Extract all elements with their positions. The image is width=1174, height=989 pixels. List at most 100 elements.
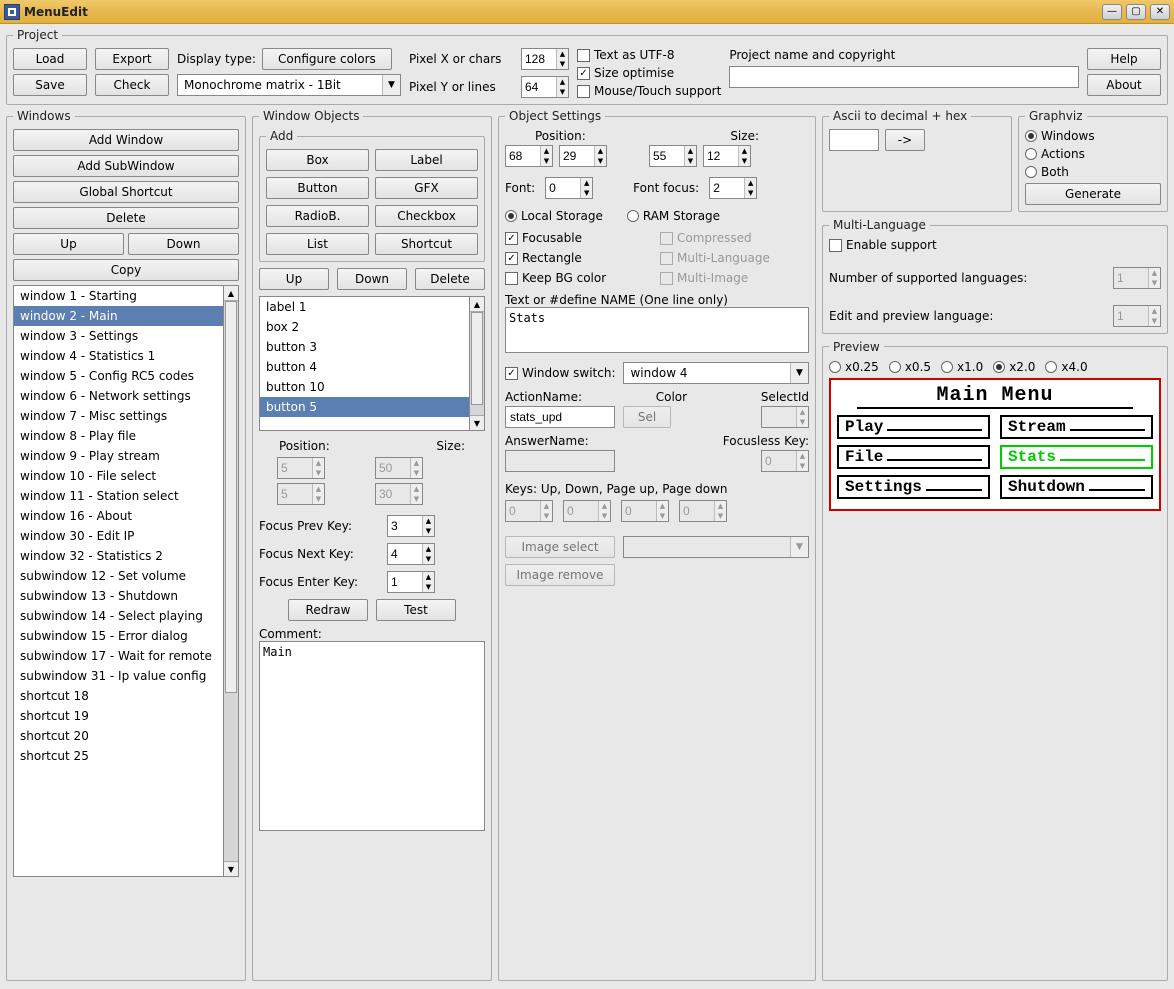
obj-pos-y[interactable]: ▲▼: [559, 145, 607, 167]
pixel-x-spin[interactable]: ▲▼: [521, 48, 569, 70]
pixel-y-spin[interactable]: ▲▼: [521, 76, 569, 98]
windows-list[interactable]: window 1 - Startingwindow 2 - Mainwindow…: [13, 285, 224, 877]
object-delete-button[interactable]: Delete: [415, 268, 485, 290]
add-checkbox-button[interactable]: Checkbox: [375, 205, 478, 227]
rectangle-check[interactable]: ✓Rectangle: [505, 251, 654, 265]
add-gfx-button[interactable]: GFX: [375, 177, 478, 199]
size-optimise-check[interactable]: ✓Size optimise: [577, 66, 721, 80]
gv-generate-button[interactable]: Generate: [1025, 183, 1161, 205]
obj-size-w[interactable]: ▲▼: [649, 145, 697, 167]
window-up-button[interactable]: Up: [13, 233, 124, 255]
list-item[interactable]: window 16 - About: [14, 506, 223, 526]
obj-size-h[interactable]: ▲▼: [703, 145, 751, 167]
zoom-x2-0[interactable]: x2.0: [993, 360, 1035, 374]
project-name-input[interactable]: [729, 66, 1079, 88]
add-label-button[interactable]: Label: [375, 149, 478, 171]
about-button[interactable]: About: [1087, 74, 1161, 96]
titlebar[interactable]: MenuEdit — ▢ ✕: [0, 0, 1174, 24]
add-button-button[interactable]: Button: [266, 177, 369, 199]
maximize-button[interactable]: ▢: [1126, 4, 1146, 20]
add-shortcut-button[interactable]: Shortcut: [375, 233, 478, 255]
list-item[interactable]: shortcut 18: [14, 686, 223, 706]
list-item[interactable]: label 1: [260, 297, 469, 317]
minimize-button[interactable]: —: [1102, 4, 1122, 20]
list-item[interactable]: button 3: [260, 337, 469, 357]
enable-multilang-check[interactable]: Enable support: [829, 238, 937, 252]
focusable-check[interactable]: ✓Focusable: [505, 231, 654, 245]
export-button[interactable]: Export: [95, 48, 169, 70]
list-item[interactable]: window 7 - Misc settings: [14, 406, 223, 426]
focus-next-spin[interactable]: ▲▼: [387, 543, 435, 565]
list-item[interactable]: window 30 - Edit IP: [14, 526, 223, 546]
local-storage-radio[interactable]: Local Storage: [505, 209, 603, 223]
window-down-button[interactable]: Down: [128, 233, 239, 255]
list-item[interactable]: window 3 - Settings: [14, 326, 223, 346]
load-button[interactable]: Load: [13, 48, 87, 70]
close-button[interactable]: ✕: [1150, 4, 1170, 20]
list-item[interactable]: window 11 - Station select: [14, 486, 223, 506]
list-item[interactable]: window 5 - Config RC5 codes: [14, 366, 223, 386]
focus-enter-spin[interactable]: ▲▼: [387, 571, 435, 593]
font-spin[interactable]: ▲▼: [545, 177, 593, 199]
list-item[interactable]: subwindow 17 - Wait for remote: [14, 646, 223, 666]
list-item[interactable]: window 6 - Network settings: [14, 386, 223, 406]
objects-list[interactable]: label 1box 2button 3button 4button 10but…: [259, 296, 470, 431]
list-item[interactable]: window 4 - Statistics 1: [14, 346, 223, 366]
redraw-button[interactable]: Redraw: [288, 599, 368, 621]
zoom-x1-0[interactable]: x1.0: [941, 360, 983, 374]
add-box-button[interactable]: Box: [266, 149, 369, 171]
list-item[interactable]: subwindow 14 - Select playing: [14, 606, 223, 626]
save-button[interactable]: Save: [13, 74, 87, 96]
text-utf8-check[interactable]: Text as UTF-8: [577, 48, 721, 62]
gv-windows-radio[interactable]: Windows: [1025, 129, 1161, 143]
configure-colors-button[interactable]: Configure colors: [262, 48, 392, 70]
comment-textarea[interactable]: Main: [259, 641, 485, 831]
list-item[interactable]: subwindow 12 - Set volume: [14, 566, 223, 586]
gv-actions-radio[interactable]: Actions: [1025, 147, 1161, 161]
list-item[interactable]: shortcut 20: [14, 726, 223, 746]
gv-both-radio[interactable]: Both: [1025, 165, 1161, 179]
add-list-button[interactable]: List: [266, 233, 369, 255]
add-window-button[interactable]: Add Window: [13, 129, 239, 151]
global-shortcut-button[interactable]: Global Shortcut: [13, 181, 239, 203]
mouse-touch-check[interactable]: Mouse/Touch support: [577, 84, 721, 98]
display-type-combo[interactable]: Monochrome matrix - 1Bit ▼: [177, 74, 401, 96]
windows-scrollbar[interactable]: ▲▼: [224, 285, 239, 877]
list-item[interactable]: subwindow 13 - Shutdown: [14, 586, 223, 606]
delete-window-button[interactable]: Delete: [13, 207, 239, 229]
list-item[interactable]: window 9 - Play stream: [14, 446, 223, 466]
list-item[interactable]: button 5: [260, 397, 469, 417]
focus-prev-spin[interactable]: ▲▼: [387, 515, 435, 537]
window-switch-combo[interactable]: window 4▼: [623, 362, 809, 384]
list-item[interactable]: window 8 - Play file: [14, 426, 223, 446]
list-item[interactable]: box 2: [260, 317, 469, 337]
check-button[interactable]: Check: [95, 74, 169, 96]
zoom-x4-0[interactable]: x4.0: [1045, 360, 1087, 374]
object-up-button[interactable]: Up: [259, 268, 329, 290]
ram-storage-radio[interactable]: RAM Storage: [627, 209, 720, 223]
list-item[interactable]: button 4: [260, 357, 469, 377]
list-item[interactable]: window 1 - Starting: [14, 286, 223, 306]
add-radiob-button[interactable]: RadioB.: [266, 205, 369, 227]
objects-scrollbar[interactable]: ▲▼: [470, 296, 485, 431]
list-item[interactable]: shortcut 25: [14, 746, 223, 766]
list-item[interactable]: window 32 - Statistics 2: [14, 546, 223, 566]
obj-pos-x[interactable]: ▲▼: [505, 145, 553, 167]
ascii-input[interactable]: [829, 129, 879, 151]
zoom-x0-5[interactable]: x0.5: [889, 360, 931, 374]
list-item[interactable]: subwindow 31 - Ip value config: [14, 666, 223, 686]
help-button[interactable]: Help: [1087, 48, 1161, 70]
list-item[interactable]: shortcut 19: [14, 706, 223, 726]
list-item[interactable]: window 10 - File select: [14, 466, 223, 486]
object-down-button[interactable]: Down: [337, 268, 407, 290]
zoom-x0-25[interactable]: x0.25: [829, 360, 879, 374]
add-subwindow-button[interactable]: Add SubWindow: [13, 155, 239, 177]
font-focus-spin[interactable]: ▲▼: [709, 177, 757, 199]
window-switch-check[interactable]: ✓Window switch:: [505, 366, 615, 380]
object-text-input[interactable]: Stats: [505, 307, 809, 353]
ascii-convert-button[interactable]: ->: [885, 129, 925, 151]
list-item[interactable]: window 2 - Main: [14, 306, 223, 326]
list-item[interactable]: button 10: [260, 377, 469, 397]
action-name-input[interactable]: [505, 406, 615, 428]
list-item[interactable]: subwindow 15 - Error dialog: [14, 626, 223, 646]
